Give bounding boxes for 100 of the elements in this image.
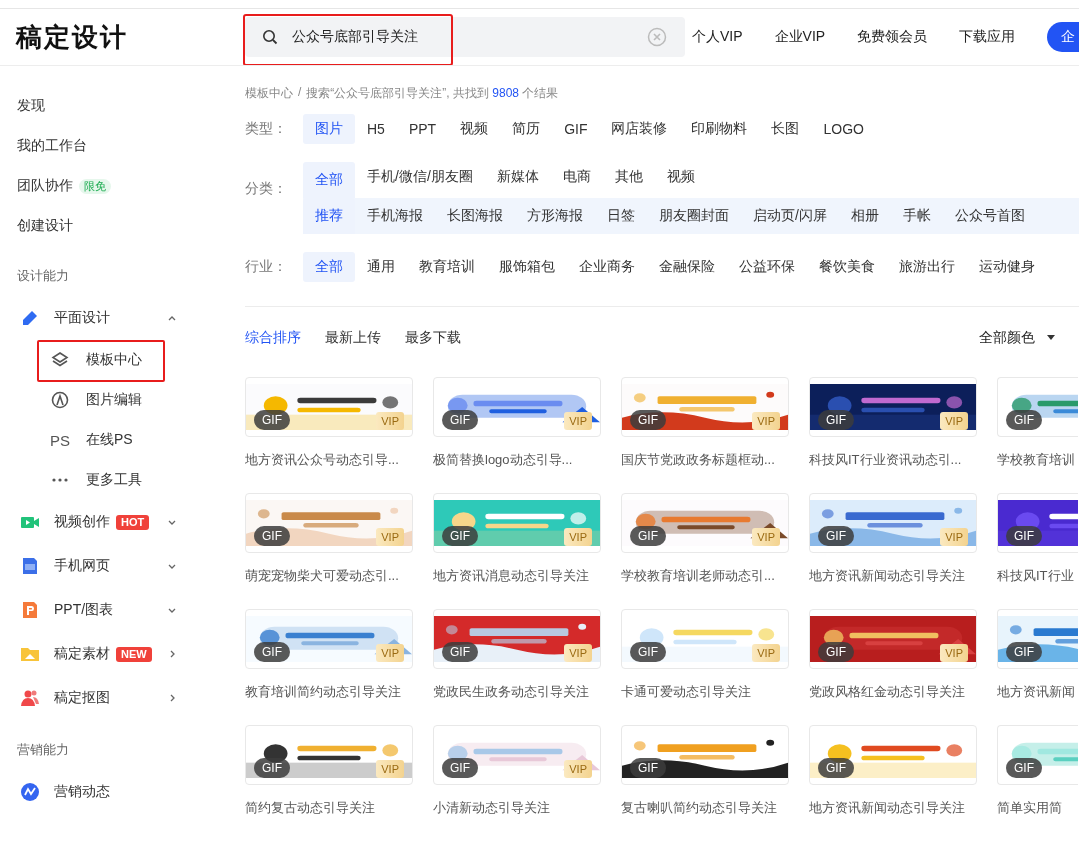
template-thumbnail[interactable]: GIF [997, 725, 1078, 785]
sidebar-link[interactable]: 发现 [17, 97, 45, 115]
template-thumbnail[interactable]: GIF VIP [809, 609, 977, 669]
template-thumbnail[interactable]: GIF VIP [245, 377, 413, 437]
nav-link[interactable]: 免费领会员 [857, 28, 928, 46]
sidebar-subitem[interactable]: 模板中心 [86, 351, 142, 369]
filter-option[interactable]: 运动健身 [967, 252, 1047, 282]
template-thumbnail[interactable]: GIF VIP [621, 609, 789, 669]
template-title[interactable]: 党政风格红金动态引导关注 [809, 684, 965, 699]
template-title[interactable]: 地方资讯公众号动态引导... [245, 452, 399, 467]
filter-option[interactable]: 简历 [500, 114, 553, 144]
filter-option[interactable]: 图片 [303, 114, 355, 144]
filter-option[interactable]: 长图 [759, 114, 812, 144]
filter-option[interactable]: 视频 [654, 162, 707, 192]
template-thumbnail[interactable]: GIF [621, 725, 789, 785]
template-title[interactable]: 科技风IT行业 [997, 568, 1074, 583]
template-title[interactable]: 极简替换logo动态引导... [433, 452, 573, 467]
template-thumbnail[interactable]: GIF VIP [621, 377, 789, 437]
nav-link[interactable]: 个人VIP [692, 28, 743, 46]
filter-option[interactable]: 手机海报 [355, 201, 435, 231]
filter-option[interactable]: 金融保险 [647, 252, 727, 282]
sort-option[interactable]: 最多下载 [405, 329, 461, 347]
filter-option[interactable]: 方形海报 [515, 201, 595, 231]
template-title[interactable]: 小清新动态引导关注 [433, 800, 550, 815]
sort-option[interactable]: 综合排序 [245, 329, 301, 347]
filter-option[interactable]: 手机/微信/朋友圈 [355, 162, 485, 192]
filter-option[interactable]: 视频 [448, 114, 501, 144]
filter-option[interactable]: 相册 [838, 201, 891, 231]
nav-link[interactable]: 下载应用 [959, 28, 1016, 46]
sidebar-item[interactable]: 手机网页 [54, 557, 110, 575]
sidebar-item[interactable]: 平面设计 [54, 309, 110, 327]
filter-option[interactable]: 全部 [303, 162, 355, 198]
filter-option[interactable]: 旅游出行 [887, 252, 967, 282]
sidebar-item[interactable]: 营销动态 [54, 783, 110, 801]
logo[interactable]: 稿定设计 [0, 19, 229, 55]
sidebar-subitem[interactable]: 图片编辑 [86, 391, 142, 409]
sidebar-link[interactable]: 团队协作 [17, 177, 73, 195]
filter-option[interactable]: 通用 [355, 252, 407, 282]
nav-link[interactable]: 企业VIP [774, 28, 826, 46]
sidebar-link[interactable]: 创建设计 [17, 217, 73, 235]
filter-option[interactable]: 印刷物料 [679, 114, 760, 144]
template-title[interactable]: 卡通可爱动态引导关注 [621, 684, 751, 699]
sidebar-subitem[interactable]: 在线PS [86, 431, 133, 449]
template-thumbnail[interactable]: GIF VIP [245, 725, 413, 785]
filter-option[interactable]: H5 [355, 114, 397, 144]
template-thumbnail[interactable]: GIF VIP [809, 493, 977, 553]
filter-option[interactable]: 全部 [303, 252, 355, 282]
sidebar-item[interactable]: 视频创作 [54, 513, 110, 531]
template-thumbnail[interactable]: GIF VIP [621, 493, 789, 553]
template-title[interactable]: 萌宠宠物柴犬可爱动态引... [245, 568, 399, 583]
filter-option[interactable]: 朋友圈封面 [647, 201, 741, 231]
filter-option[interactable]: 手帐 [890, 201, 943, 231]
template-title[interactable]: 地方资讯消息动态引导关注 [433, 568, 589, 583]
template-title[interactable]: 党政民生政务动态引导关注 [433, 684, 589, 699]
filter-option[interactable]: 教育培训 [407, 252, 487, 282]
filter-option[interactable]: 新媒体 [484, 162, 551, 192]
template-title[interactable]: 教育培训简约动态引导关注 [245, 684, 401, 699]
template-thumbnail[interactable]: GIF [997, 377, 1078, 437]
template-title[interactable]: 地方资讯新闻动态引导关注 [809, 800, 965, 815]
filter-option[interactable]: 企业商务 [567, 252, 647, 282]
filter-option[interactable]: 启动页/闪屏 [741, 201, 839, 231]
template-title[interactable]: 国庆节党政政务标题框动... [621, 452, 775, 467]
filter-option[interactable]: 公益环保 [727, 252, 807, 282]
sidebar-link[interactable]: 我的工作台 [17, 137, 87, 155]
template-title[interactable]: 地方资讯新闻 [997, 684, 1075, 699]
sidebar-item[interactable]: 稿定抠图 [54, 689, 110, 707]
template-title[interactable]: 简约复古动态引导关注 [245, 800, 375, 815]
filter-option[interactable]: LOGO [811, 114, 876, 144]
template-thumbnail[interactable]: GIF VIP [809, 377, 977, 437]
sort-option[interactable]: 最新上传 [325, 329, 381, 347]
search-field[interactable]: 公众号底部引导关注 [245, 17, 685, 57]
filter-option[interactable]: 电商 [550, 162, 603, 192]
filter-option[interactable]: 长图海报 [435, 201, 515, 231]
sidebar-item[interactable]: PPT/图表 [54, 601, 114, 619]
template-title[interactable]: 地方资讯新闻动态引导关注 [809, 568, 965, 583]
cta-button[interactable]: 企 [1047, 22, 1079, 52]
template-thumbnail[interactable]: GIF VIP [245, 609, 413, 669]
template-thumbnail[interactable]: GIF VIP [433, 609, 601, 669]
template-thumbnail[interactable]: GIF VIP [245, 493, 413, 553]
filter-option[interactable]: 网店装修 [599, 114, 680, 144]
template-thumbnail[interactable]: GIF [997, 609, 1078, 669]
template-title[interactable]: 学校教育培训老师动态引... [621, 568, 775, 583]
template-thumbnail[interactable]: GIF VIP [433, 377, 601, 437]
filter-option[interactable]: PPT [396, 114, 449, 144]
filter-option[interactable]: GIF [552, 114, 600, 144]
sidebar-subitem[interactable]: 更多工具 [86, 471, 142, 489]
template-thumbnail[interactable]: GIF [809, 725, 977, 785]
template-thumbnail[interactable]: GIF [997, 493, 1078, 553]
filter-option[interactable]: 其他 [602, 162, 655, 192]
filter-option[interactable]: 日签 [595, 201, 647, 231]
template-title[interactable]: 科技风IT行业资讯动态引... [809, 452, 962, 467]
breadcrumb-link[interactable]: 模板中心 [245, 85, 293, 102]
color-dropdown[interactable]: 全部颜色 [979, 329, 1035, 347]
template-thumbnail[interactable]: GIF VIP [433, 725, 601, 785]
sidebar-item[interactable]: 稿定素材 [54, 645, 110, 663]
template-title[interactable]: 复古喇叭简约动态引导关注 [621, 800, 777, 815]
template-title[interactable]: 学校教育培训 [997, 452, 1075, 467]
filter-option[interactable]: 餐饮美食 [807, 252, 887, 282]
filter-option[interactable]: 服饰箱包 [487, 252, 567, 282]
template-thumbnail[interactable]: GIF VIP [433, 493, 601, 553]
